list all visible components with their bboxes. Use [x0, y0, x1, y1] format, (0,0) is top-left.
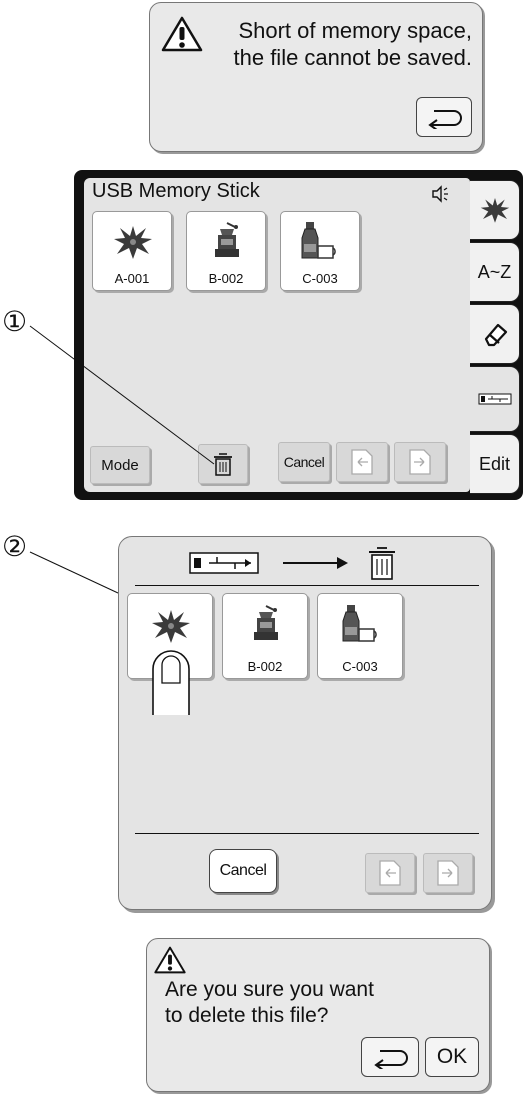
confirm-delete-dialog: Are you sure you want to delete this fil…	[146, 938, 490, 1092]
file-label: B-002	[247, 659, 283, 674]
confirm-text: Are you sure you want to delete this fil…	[165, 977, 374, 1029]
file-card-b002[interactable]: B-002	[222, 593, 308, 679]
trash-icon	[369, 547, 395, 580]
callout-2-leader	[29, 551, 119, 594]
export-button[interactable]	[423, 853, 473, 893]
arrow-right-icon	[283, 557, 348, 569]
warning-icon	[153, 945, 187, 975]
footer-divider	[135, 833, 479, 834]
finger-pointer-icon	[152, 650, 190, 715]
file-card-c003[interactable]: C-003	[317, 593, 403, 679]
coffee-grinder-icon	[250, 604, 282, 644]
header-divider	[135, 585, 479, 586]
usb-icon	[189, 552, 259, 574]
page-arrow-right-icon	[437, 860, 459, 886]
delete-screen-panel: A-001 B-002 C-003	[118, 536, 492, 910]
ok-button[interactable]: OK	[425, 1037, 479, 1077]
import-button[interactable]	[365, 853, 415, 893]
file-label: C-003	[342, 659, 378, 674]
cancel-button[interactable]: Cancel	[209, 849, 277, 893]
delete-header	[189, 545, 429, 583]
poinsettia-icon	[151, 608, 191, 644]
message-line-2: to delete this file?	[165, 1004, 329, 1027]
bottle-cup-icon	[338, 603, 384, 645]
return-arrow-icon	[374, 1050, 408, 1069]
return-button[interactable]	[361, 1037, 419, 1077]
message-line-1: Are you sure you want	[165, 978, 374, 1001]
page-arrow-left-icon	[379, 860, 401, 886]
